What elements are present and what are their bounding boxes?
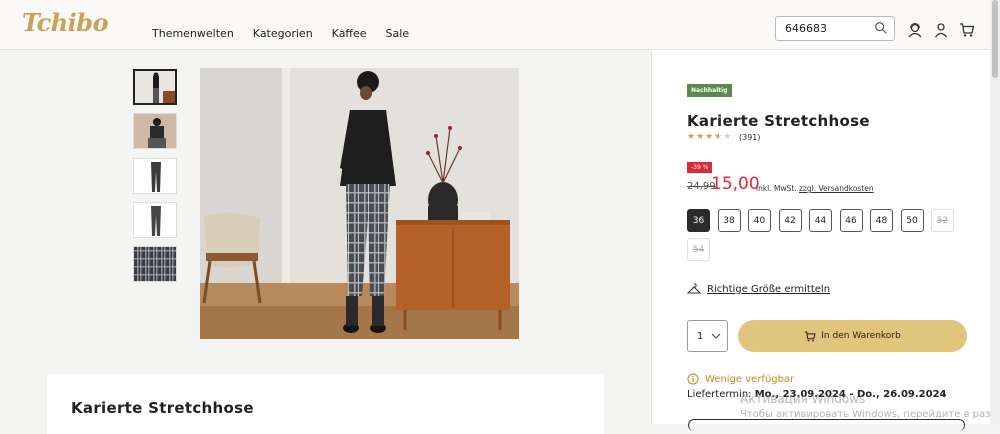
add-to-cart-label: In den Warenkorb <box>821 331 901 341</box>
main-nav: Themenwelten Kategorien Kaffee Sale <box>152 27 409 40</box>
gallery-thumb-1[interactable] <box>133 69 177 105</box>
discount-badge: -39 % <box>687 162 713 173</box>
size-option-40[interactable]: 40 <box>748 209 771 232</box>
description-card: Karierte Stretchhose <box>47 374 604 434</box>
size-option-38[interactable]: 38 <box>717 209 741 232</box>
secondary-action-button[interactable] <box>688 419 965 431</box>
gallery-thumb-3[interactable] <box>133 158 177 194</box>
size-option-36[interactable]: 36 <box>687 209 710 232</box>
review-count[interactable]: (391) <box>739 133 761 142</box>
windows-activation-text: Чтобы активировать Windows, перейдите в … <box>740 409 1000 420</box>
search-icon[interactable] <box>874 21 888 35</box>
account-services-icon[interactable] <box>907 22 923 38</box>
thumb-image <box>135 71 175 103</box>
size-option-50[interactable]: 50 <box>900 209 924 232</box>
rating-stars[interactable]: ★★★☆★★ <box>687 132 732 142</box>
nav-sale[interactable]: Sale <box>386 27 410 40</box>
tchibo-logo[interactable]: Tchibo <box>22 8 109 37</box>
nav-kategorien[interactable]: Kategorien <box>253 27 313 40</box>
quantity-select[interactable]: 1 <box>687 320 728 352</box>
shipping-cost-link[interactable]: zzgl. Versandkosten <box>799 184 874 193</box>
nav-kaffee[interactable]: Kaffee <box>332 27 367 40</box>
thumb-image <box>134 159 176 193</box>
add-to-cart-button[interactable]: In den Warenkorb <box>738 320 967 352</box>
gallery-thumb-4[interactable] <box>133 202 177 238</box>
size-option-54: 54 <box>687 238 710 261</box>
windows-activation-title: Активация Windows <box>740 392 866 406</box>
chevron-down-icon <box>711 333 721 339</box>
size-option-42[interactable]: 42 <box>778 209 802 232</box>
size-finder-link[interactable]: Richtige Größe ermitteln <box>687 283 830 295</box>
size-option-48[interactable]: 48 <box>870 209 893 232</box>
current-price: 15,00 <box>711 174 760 194</box>
thumb-image <box>134 114 176 148</box>
site-header: Tchibo Themenwelten Kategorien Kaffee Sa… <box>0 0 1000 50</box>
thumb-image <box>134 203 176 237</box>
search-value: 646683 <box>785 22 827 35</box>
availability-label: Wenige verfügbar <box>705 373 795 385</box>
info-icon <box>687 373 699 385</box>
sustainability-badge: Nachhaltig <box>687 84 732 97</box>
cart-icon[interactable] <box>959 22 975 38</box>
user-icon[interactable] <box>933 22 949 38</box>
tax-note: inkl. MwSt. <box>756 184 797 193</box>
description-title: Karierte Stretchhose <box>71 399 254 417</box>
hanger-icon <box>687 283 701 294</box>
nav-themenwelten[interactable]: Themenwelten <box>152 27 234 40</box>
gallery-thumb-2[interactable] <box>133 113 177 149</box>
size-option-52: 52 <box>931 209 954 232</box>
product-info-panel: Nachhaltig Karierte Stretchhose ★★★☆★★ (… <box>651 50 990 424</box>
product-title: Karierte Stretchhose <box>687 112 870 130</box>
search-input[interactable]: 646683 <box>775 16 895 41</box>
thumb-image <box>134 247 176 281</box>
size-option-44[interactable]: 44 <box>809 209 832 232</box>
main-product-image[interactable] <box>200 68 519 339</box>
scrollbar-thumb[interactable] <box>992 0 998 78</box>
cart-icon <box>805 330 816 342</box>
size-option-46[interactable]: 46 <box>839 209 863 232</box>
product-photo <box>200 68 519 339</box>
gallery-thumb-5[interactable] <box>133 246 177 282</box>
availability-status: Wenige verfügbar <box>687 373 794 385</box>
quantity-value: 1 <box>697 331 704 342</box>
page-scrollbar[interactable] <box>990 0 1000 424</box>
size-finder-label: Richtige Größe ermitteln <box>707 283 831 295</box>
